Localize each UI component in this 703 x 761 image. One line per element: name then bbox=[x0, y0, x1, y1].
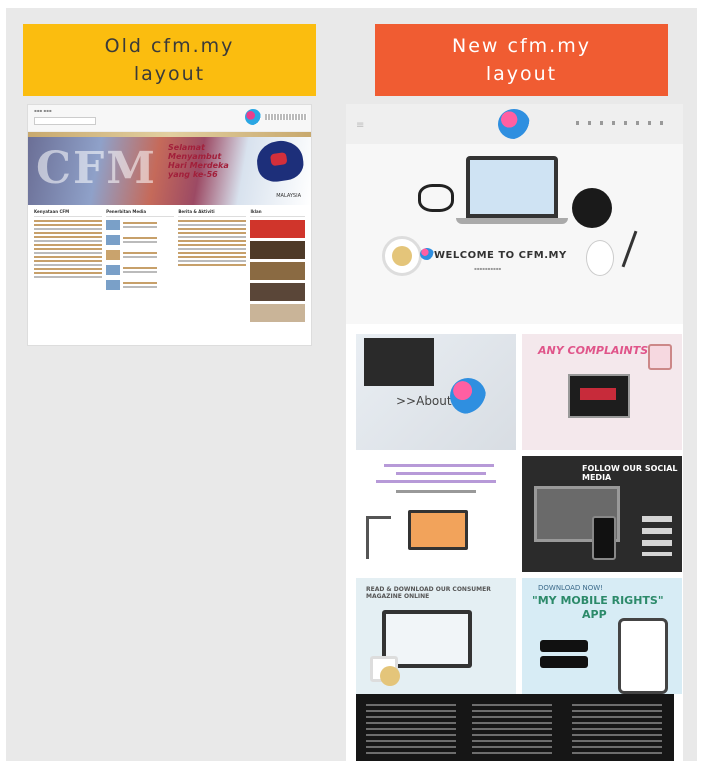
old-layout-label-line2: layout bbox=[133, 63, 206, 85]
coffee-cup-icon bbox=[370, 656, 400, 686]
tile-magazine-text: READ & DOWNLOAD OUR CONSUMER MAGAZINE ON… bbox=[366, 586, 491, 600]
cfm-logo-icon bbox=[420, 248, 434, 260]
new-nav-menu bbox=[576, 121, 671, 125]
old-content-columns: Kenyataan CFM Penerbitan Media Berita & … bbox=[28, 205, 311, 329]
old-column-1: Kenyataan CFM bbox=[34, 209, 103, 325]
old-layout-panel: Old cfm.my layout ▪▪▪ ▪▪▪ CFM Selamat Me… bbox=[23, 8, 316, 346]
monitor-image bbox=[568, 374, 630, 418]
tile-about-text: >>About bbox=[396, 394, 452, 408]
old-column-heading: Kenyataan CFM bbox=[34, 209, 103, 217]
app-store-badge bbox=[540, 640, 588, 652]
old-top-links: ▪▪▪ ▪▪▪ bbox=[34, 108, 52, 113]
old-column-heading: Iklan bbox=[250, 209, 305, 217]
old-search-box bbox=[34, 117, 96, 125]
old-ad-banner bbox=[250, 283, 305, 301]
monitor-image bbox=[408, 510, 468, 550]
keyboard-image bbox=[364, 338, 434, 386]
tile-complaints: ANY COMPLAINTS? bbox=[522, 334, 682, 450]
pan-icon bbox=[572, 188, 612, 228]
phone-icon bbox=[618, 618, 668, 694]
old-banner-message: Selamat Menyambut Hari Merdeka yang ke-5… bbox=[168, 143, 229, 179]
coffee-cup-icon bbox=[382, 236, 422, 276]
social-icons bbox=[642, 516, 672, 556]
old-column-ads: Iklan bbox=[250, 209, 305, 325]
old-banner-logo-text: MALAYSIA bbox=[276, 193, 301, 199]
tile-app-sub: APP bbox=[582, 608, 607, 621]
cfm-logo-icon bbox=[245, 109, 261, 125]
new-hero-section: WELCOME TO CFM.MY ▪▪▪▪▪▪▪▪▪▪ bbox=[346, 144, 683, 324]
old-column-2: Penerbitan Media bbox=[106, 209, 175, 325]
tile-about: >>About bbox=[356, 334, 516, 450]
welcome-title: WELCOME TO CFM.MY bbox=[434, 250, 567, 261]
tile-complaints-text: ANY COMPLAINTS? bbox=[538, 344, 655, 357]
glasses-icon bbox=[418, 184, 454, 212]
old-header-tagline bbox=[265, 114, 307, 120]
old-column-3: Berita & Aktiviti bbox=[178, 209, 247, 325]
old-merdeka-banner: CFM Selamat Menyambut Hari Merdeka yang … bbox=[28, 137, 311, 205]
old-column-heading: Penerbitan Media bbox=[106, 209, 175, 217]
laptop-icon bbox=[466, 156, 558, 218]
menu-icon: ≡ bbox=[356, 120, 365, 131]
tile-magazine: READ & DOWNLOAD OUR CONSUMER MAGAZINE ON… bbox=[356, 578, 516, 694]
tile-follow-text: FOLLOW OUR SOCIAL MEDIA bbox=[582, 464, 678, 482]
old-ad-banner bbox=[250, 304, 305, 322]
cfm-logo-icon bbox=[450, 378, 486, 414]
tile-website bbox=[356, 456, 516, 572]
tile-social-media: FOLLOW OUR SOCIAL MEDIA bbox=[522, 456, 682, 572]
megaphone-icon bbox=[648, 344, 672, 370]
google-play-badge bbox=[540, 656, 588, 668]
old-ad-banner bbox=[250, 220, 305, 238]
old-ad-banner bbox=[250, 262, 305, 280]
tile-app-title: "MY MOBILE RIGHTS" bbox=[532, 594, 664, 607]
old-banner-cfm-text: CFM bbox=[36, 143, 157, 194]
old-layout-label: Old cfm.my layout bbox=[23, 24, 316, 96]
new-layout-label-line1: New cfm.my bbox=[452, 35, 591, 57]
old-ad-banner bbox=[250, 241, 305, 259]
lamp-icon bbox=[366, 516, 391, 559]
cfm-logo-icon bbox=[498, 109, 530, 139]
tile-mobile-app: DOWNLOAD NOW! "MY MOBILE RIGHTS" APP bbox=[522, 578, 682, 694]
old-site-screenshot: ▪▪▪ ▪▪▪ CFM Selamat Menyambut Hari Merde… bbox=[27, 104, 312, 346]
phone-icon bbox=[592, 516, 616, 560]
old-layout-label-line1: Old cfm.my bbox=[104, 35, 235, 57]
pen-icon bbox=[621, 230, 638, 268]
new-site-footer bbox=[356, 694, 674, 761]
old-column-heading: Berita & Aktiviti bbox=[178, 209, 247, 217]
new-layout-panel: New cfm.my layout ≡ WELCOME TO CFM.MY ▪▪… bbox=[346, 8, 683, 761]
old-site-header: ▪▪▪ ▪▪▪ bbox=[28, 105, 311, 132]
new-layout-label-line2: layout bbox=[485, 63, 558, 85]
new-tiles-grid: >>About ANY COMPLAINTS? FOLLOW OUR SOCIA… bbox=[346, 324, 683, 700]
malaysia-heart-icon bbox=[254, 137, 306, 185]
comparison-frame: Old cfm.my layout ▪▪▪ ▪▪▪ CFM Selamat Me… bbox=[6, 8, 697, 761]
new-site-screenshot: ≡ WELCOME TO CFM.MY ▪▪▪▪▪▪▪▪▪▪ >>About A… bbox=[346, 104, 683, 761]
new-site-navbar: ≡ bbox=[346, 104, 683, 144]
mouse-icon bbox=[586, 240, 614, 276]
tile-app-top-text: DOWNLOAD NOW! bbox=[538, 584, 603, 592]
new-layout-label: New cfm.my layout bbox=[375, 24, 668, 96]
laptop-base bbox=[456, 218, 568, 224]
welcome-subtitle: ▪▪▪▪▪▪▪▪▪▪ bbox=[474, 266, 502, 271]
